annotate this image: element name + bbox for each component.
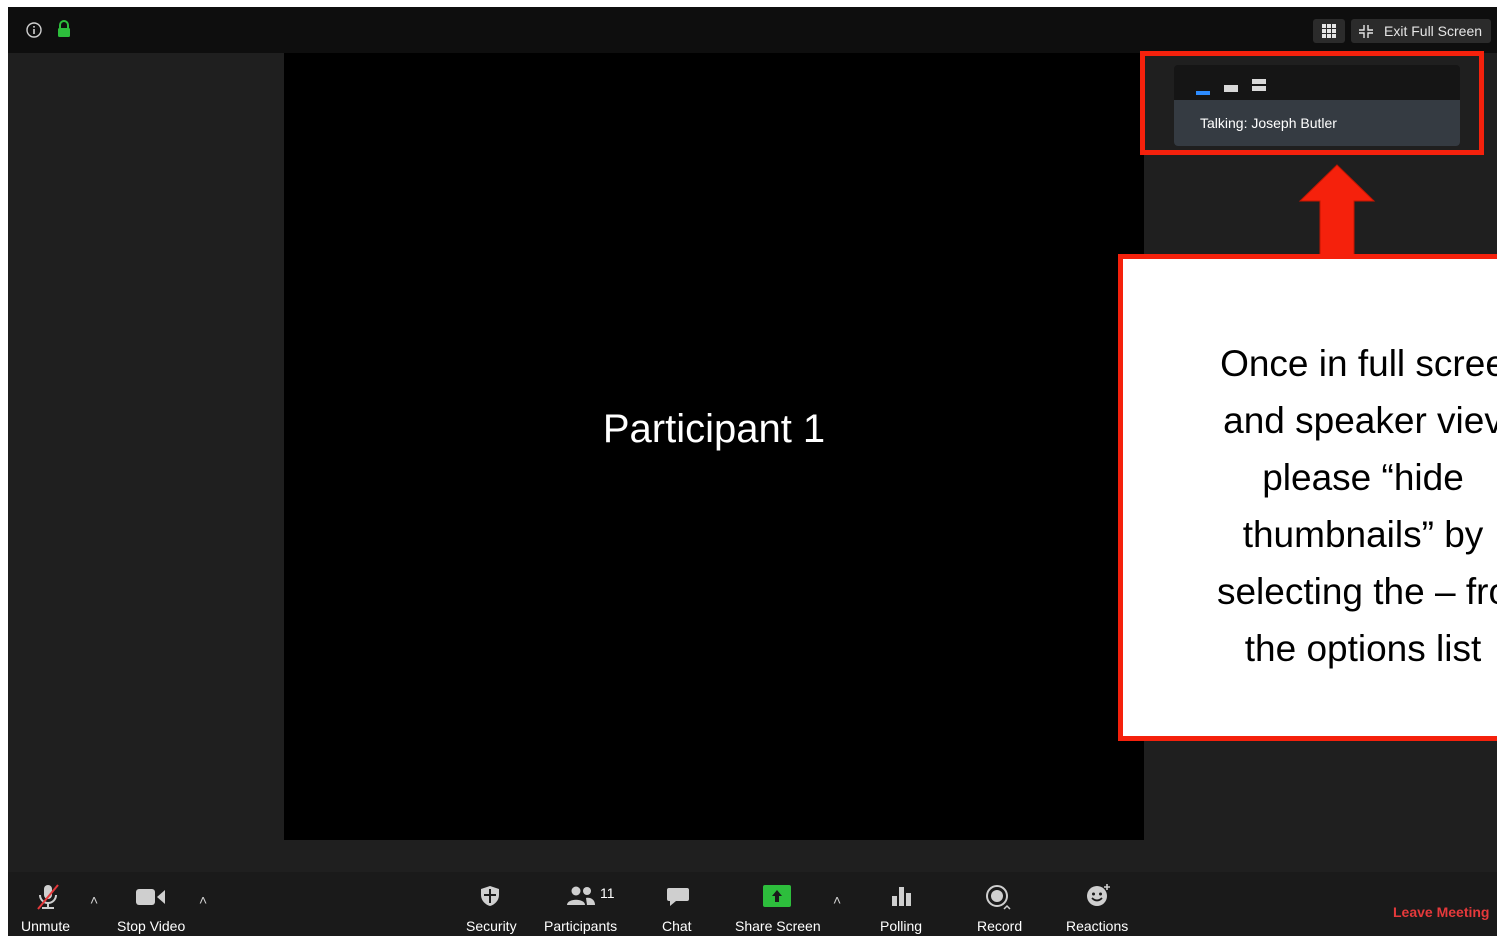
lock-icon[interactable] <box>57 20 71 38</box>
callout-line: thumbnails” by <box>1242 514 1484 555</box>
stop-video-button[interactable]: Stop Video <box>112 872 192 936</box>
meeting-toolbar: Unmute ˄ Stop Video ˄ Security 11 Partic… <box>8 872 1497 936</box>
polling-chart-icon <box>892 887 911 906</box>
chat-label: Chat <box>662 918 692 934</box>
callout-line: and speaker viev <box>1223 400 1497 441</box>
security-label: Security <box>466 918 517 934</box>
audio-options-caret[interactable]: ˄ <box>90 892 98 908</box>
unmute-button[interactable]: Unmute <box>14 872 84 936</box>
participants-icon <box>567 886 595 905</box>
exit-full-screen-icon <box>1359 25 1373 38</box>
record-icon <box>986 885 1011 910</box>
callout-line: selecting the – fro <box>1216 571 1497 612</box>
callout-line: Once in full scree <box>1220 343 1497 384</box>
top-bar: Exit Full Screen <box>8 7 1497 53</box>
participants-button[interactable]: 11 Participants <box>540 872 624 936</box>
zoom-window: Exit Full Screen Participant 1 Talking: … <box>8 7 1497 936</box>
gallery-view-button[interactable] <box>1313 19 1345 43</box>
video-camera-icon <box>136 889 165 905</box>
grid-icon <box>1322 24 1336 38</box>
share-screen-icon <box>763 885 791 907</box>
record-button[interactable]: Record <box>970 872 1026 936</box>
highlight-box <box>1140 51 1484 155</box>
instruction-callout: Once in full scree and speaker viev plea… <box>1118 254 1497 741</box>
exit-full-screen-button[interactable]: Exit Full Screen <box>1351 19 1491 43</box>
unmute-label: Unmute <box>21 918 71 934</box>
participant-count: 11 <box>600 885 615 901</box>
participant-name: Participant 1 <box>602 407 826 451</box>
callout-text: Once in full scree and speaker viev plea… <box>1148 335 1497 677</box>
share-screen-button[interactable]: Share Screen <box>730 872 826 936</box>
reactions-button[interactable]: Reactions <box>1060 872 1134 936</box>
callout-line: please “hide <box>1262 457 1464 498</box>
video-options-caret[interactable]: ˄ <box>199 892 207 908</box>
reactions-label: Reactions <box>1066 918 1129 934</box>
leave-meeting-button[interactable]: Leave Meeting <box>1393 904 1489 920</box>
security-button[interactable]: Security <box>460 872 524 936</box>
stop-video-label: Stop Video <box>117 918 186 934</box>
polling-button[interactable]: Polling <box>874 872 928 936</box>
share-options-caret[interactable]: ˄ <box>833 892 841 908</box>
chat-button[interactable]: Chat <box>656 872 700 936</box>
record-label: Record <box>977 918 1023 934</box>
polling-label: Polling <box>880 918 923 934</box>
callout-line: the options list <box>1244 628 1482 669</box>
active-speaker-video: Participant 1 <box>284 53 1144 840</box>
share-screen-label: Share Screen <box>735 918 821 934</box>
shield-icon <box>481 886 499 906</box>
reactions-emoji-icon <box>1087 884 1110 906</box>
info-icon[interactable] <box>26 22 42 38</box>
participants-label: Participants <box>544 918 618 934</box>
muted-microphone-icon <box>37 884 59 910</box>
exit-full-screen-label: Exit Full Screen <box>1384 23 1483 39</box>
up-arrow-icon <box>1298 164 1376 262</box>
chat-icon <box>667 888 689 906</box>
